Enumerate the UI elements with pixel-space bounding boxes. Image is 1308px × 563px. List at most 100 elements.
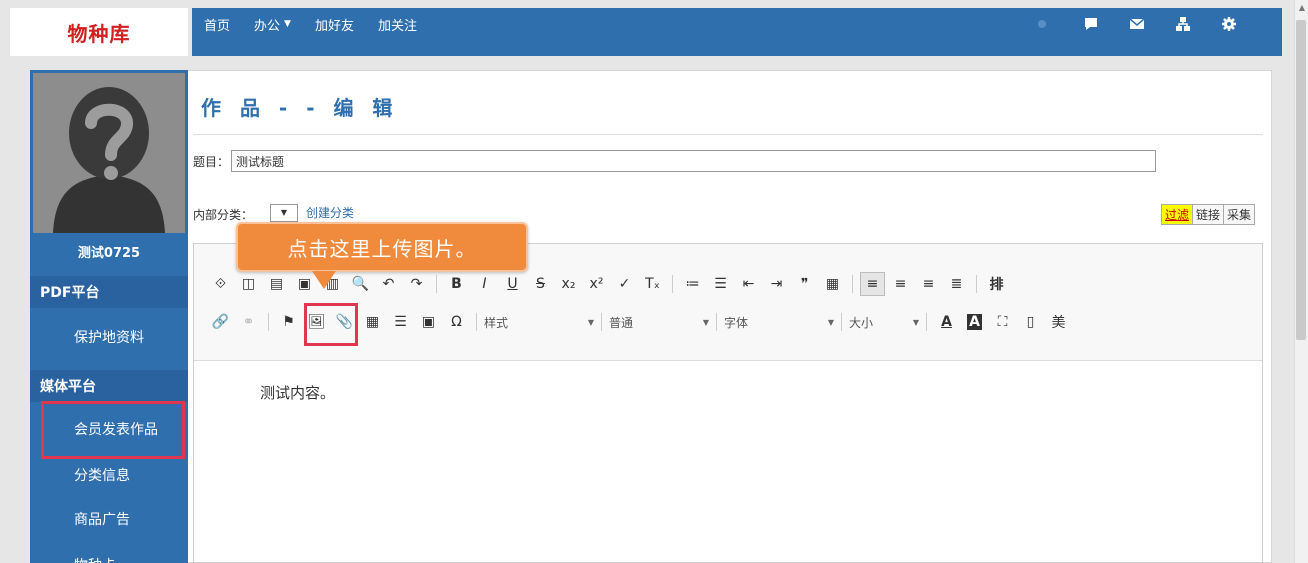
ordered-list-button[interactable]: ≔ bbox=[680, 272, 705, 296]
toolbar-separator bbox=[852, 275, 853, 293]
underline-button[interactable]: U bbox=[500, 272, 525, 296]
sidebar: 测试0725 PDF平台 保护地资料 媒体平台 会员发表作品 分类信息 商品广告… bbox=[30, 70, 188, 563]
combo-size[interactable]: 大小 ▼ bbox=[849, 310, 919, 334]
scrollbar-thumb[interactable] bbox=[1296, 20, 1306, 340]
anchor-flag-button[interactable]: ⚑ bbox=[276, 310, 301, 334]
combo-label: 大小 bbox=[849, 315, 874, 330]
combo-font[interactable]: 字体 ▼ bbox=[724, 310, 834, 334]
table-button[interactable]: ▦ bbox=[360, 310, 385, 334]
editor-content-area[interactable]: 测试内容。 bbox=[194, 362, 1262, 562]
paste-icon: ▣ bbox=[297, 276, 312, 292]
strike-button[interactable]: S bbox=[528, 272, 553, 296]
beautify-button[interactable]: 美 bbox=[1046, 310, 1071, 334]
sidebar-item-classified-info[interactable]: 分类信息 bbox=[30, 456, 188, 494]
outdent-icon: ⇤ bbox=[742, 276, 755, 292]
nav-office[interactable]: 办公 ▼ bbox=[242, 0, 303, 48]
superscript-button[interactable]: x² bbox=[584, 272, 609, 296]
brand-name: 物种库 bbox=[67, 21, 131, 46]
align-right-icon: ≡ bbox=[922, 276, 935, 292]
redo-button[interactable]: ↷ bbox=[404, 272, 429, 296]
link-button[interactable]: 链接 bbox=[1192, 205, 1224, 224]
mail-icon[interactable] bbox=[1124, 11, 1150, 37]
align-left-button[interactable]: ≡ bbox=[860, 272, 885, 296]
special-char-button[interactable]: Ω bbox=[444, 310, 469, 334]
toolbar-separator bbox=[716, 313, 717, 331]
collect-button[interactable]: 采集 bbox=[1223, 205, 1254, 224]
nav-home[interactable]: 首页 bbox=[192, 0, 242, 48]
highlight-image-button bbox=[304, 303, 358, 346]
nav-add-friend[interactable]: 加好友 bbox=[303, 0, 366, 48]
chevron-down-icon: ▼ bbox=[702, 317, 709, 327]
avatar-placeholder-icon bbox=[33, 73, 185, 233]
page-scrollbar[interactable]: ▲ bbox=[1294, 0, 1308, 563]
filter-button[interactable]: 过滤 bbox=[1161, 205, 1193, 224]
sidebar-item-product-ads[interactable]: 商品广告 bbox=[30, 500, 188, 538]
category-label: 内部分类： bbox=[193, 208, 254, 222]
unlink-button[interactable]: ⚭ bbox=[236, 310, 261, 334]
scroll-up-icon[interactable]: ▲ bbox=[1299, 3, 1305, 12]
redo-icon: ↷ bbox=[410, 276, 423, 292]
indent-button[interactable]: ⇥ bbox=[764, 272, 789, 296]
maximize-button[interactable]: ⛶ bbox=[990, 310, 1015, 334]
format-painter-button[interactable]: ✓ bbox=[612, 272, 637, 296]
callout-pointer bbox=[312, 271, 336, 289]
bulleted-list-button[interactable]: ☰ bbox=[708, 272, 733, 296]
indent-icon: ⇥ bbox=[770, 276, 783, 292]
page-title: 作 品 - - 编 辑 bbox=[201, 96, 399, 120]
typesetting-icon: 排 bbox=[989, 277, 1004, 293]
justify-icon: ≣ bbox=[950, 276, 963, 292]
blockquote-button[interactable]: ❞ bbox=[792, 272, 817, 296]
link-icon: 🔗 bbox=[211, 314, 230, 330]
link-button[interactable]: 🔗 bbox=[208, 310, 233, 334]
chat-icon[interactable] bbox=[1078, 11, 1104, 37]
typesetting-button[interactable]: 排 bbox=[984, 272, 1009, 296]
source-button[interactable]: ⟐ bbox=[208, 272, 233, 296]
outdent-button[interactable]: ⇤ bbox=[736, 272, 761, 296]
align-right-button[interactable]: ≡ bbox=[916, 272, 941, 296]
bold-button[interactable]: B bbox=[444, 272, 469, 296]
format-painter-icon: ✓ bbox=[618, 276, 631, 292]
tag-buttons: 过滤 链接 采集 bbox=[1160, 204, 1255, 225]
horizontal-line-button[interactable]: ☰ bbox=[388, 310, 413, 334]
clear-format-button[interactable]: Tₓ bbox=[640, 272, 665, 296]
italic-icon: I bbox=[482, 276, 487, 292]
create-category-link[interactable]: 创建分类 bbox=[306, 204, 354, 221]
toolbar-separator bbox=[601, 313, 602, 331]
combo-label: 样式 bbox=[484, 315, 509, 330]
combo-format[interactable]: 普通 ▼ bbox=[609, 310, 709, 334]
media-button[interactable]: ▣ bbox=[416, 310, 441, 334]
brand-logo[interactable]: 物种库 bbox=[10, 8, 188, 56]
subscript-button[interactable]: x₂ bbox=[556, 272, 581, 296]
avatar[interactable] bbox=[33, 73, 185, 233]
italic-button[interactable]: I bbox=[472, 272, 497, 296]
gear-icon[interactable] bbox=[1216, 11, 1242, 37]
align-center-button[interactable]: ≡ bbox=[888, 272, 913, 296]
template-button[interactable]: ▤ bbox=[264, 272, 289, 296]
beautify-icon: 美 bbox=[1051, 315, 1066, 331]
sitemap-icon[interactable] bbox=[1170, 11, 1196, 37]
toolbar-separator bbox=[672, 275, 673, 293]
top-bar: 物种库 首页 办公 ▼ 加好友 加关注 bbox=[0, 0, 1308, 59]
show-blocks-button[interactable]: ▯ bbox=[1018, 310, 1043, 334]
preview-button[interactable]: ◫ bbox=[236, 272, 261, 296]
title-input[interactable] bbox=[231, 150, 1156, 172]
bg-color-button[interactable]: A bbox=[962, 310, 987, 334]
combo-label: 字体 bbox=[724, 315, 749, 330]
sidebar-item-species-card[interactable]: 物种卡 bbox=[30, 546, 188, 563]
nav-follow[interactable]: 加关注 bbox=[366, 0, 429, 48]
highlight-member-works bbox=[41, 401, 185, 459]
text-color-button[interactable]: A bbox=[934, 310, 959, 334]
editor-content-text[interactable]: 测试内容。 bbox=[260, 382, 335, 403]
section-media-platform[interactable]: 媒体平台 bbox=[30, 370, 188, 402]
combo-style[interactable]: 样式 ▼ bbox=[484, 310, 594, 334]
section-pdf-platform[interactable]: PDF平台 bbox=[30, 276, 188, 308]
subscript-icon: x₂ bbox=[561, 276, 576, 292]
justify-button[interactable]: ≣ bbox=[944, 272, 969, 296]
sidebar-item-protected-area-data[interactable]: 保护地资料 bbox=[30, 318, 188, 356]
category-select[interactable]: ▼ bbox=[270, 204, 298, 222]
div-button[interactable]: ▦ bbox=[820, 272, 845, 296]
ordered-list-icon: ≔ bbox=[685, 276, 700, 292]
undo-button[interactable]: ↶ bbox=[376, 272, 401, 296]
media-icon: ▣ bbox=[421, 314, 436, 330]
find-button[interactable]: 🔍 bbox=[348, 272, 373, 296]
